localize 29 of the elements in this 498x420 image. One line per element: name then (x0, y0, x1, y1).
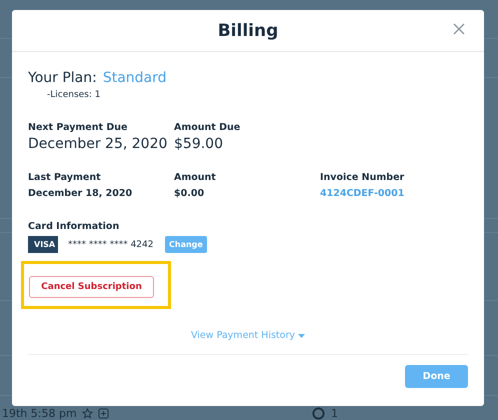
plan-label: Your Plan: (28, 70, 97, 86)
licenses-text: -Licenses: 1 (47, 90, 102, 100)
invoice-link[interactable]: 4124CDEF-0001 (320, 188, 404, 199)
field-value: December 18, 2020 (28, 188, 132, 199)
field-label: Amount Due (174, 122, 240, 133)
field-value: $59.00 (174, 136, 223, 152)
add-note-icon (98, 408, 109, 419)
close-button[interactable] (452, 22, 466, 36)
change-button[interactable]: Change (165, 236, 207, 253)
field-label: Invoice Number (320, 172, 404, 183)
star-icon (82, 408, 93, 419)
done-button[interactable]: Done (405, 365, 468, 388)
field-value: $0.00 (174, 188, 204, 199)
card-label: Card Information (28, 221, 120, 232)
plan-name: Standard (102, 70, 167, 86)
field-value: December 25, 2020 (28, 136, 168, 152)
close-icon (452, 22, 466, 36)
payment-history-link[interactable]: View Payment History (185, 329, 311, 342)
timestamp-text: 19th 5:58 pm (2, 407, 77, 420)
dialog-title: Billing (218, 20, 278, 40)
field-label: Last Payment (28, 172, 101, 183)
card-number: **** **** **** 4242 (68, 240, 153, 250)
count-text: 1 (331, 407, 338, 420)
field-label: Amount (174, 172, 216, 183)
field-label: Next Payment Due (28, 122, 128, 133)
card-brand-badge: VISA (28, 236, 58, 253)
comment-icon (312, 407, 325, 420)
caret-icon (298, 334, 305, 338)
cancel-subscription-button[interactable]: Cancel Subscription (29, 276, 154, 298)
